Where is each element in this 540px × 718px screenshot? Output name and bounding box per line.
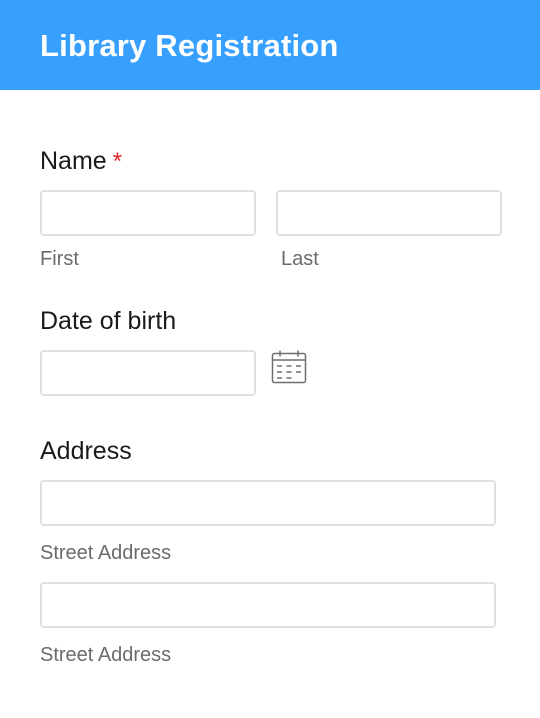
street-address-line1-input[interactable] [40,480,496,526]
required-asterisk: * [112,148,123,175]
name-label: Name [40,147,107,175]
form-title: Library Registration [40,28,339,63]
street-address-line1-sublabel: Street Address [40,542,172,564]
dob-input[interactable] [40,350,256,396]
last-name-sublabel: Last [281,248,319,270]
address-label: Address [40,437,132,465]
street-address-line2-sublabel: Street Address [40,644,172,666]
last-name-input[interactable] [276,190,502,236]
calendar-icon[interactable] [271,350,307,384]
form-header: Library Registration [0,0,540,90]
first-name-sublabel: First [40,248,79,270]
first-name-input[interactable] [40,190,256,236]
dob-label: Date of birth [40,307,177,335]
street-address-line2-input[interactable] [40,582,496,628]
name-label-row: Name * [40,146,122,177]
